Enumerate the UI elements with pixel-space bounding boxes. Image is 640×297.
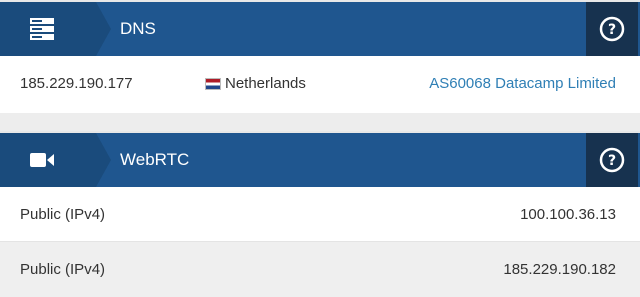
help-icon: ? [599,16,625,42]
webrtc-icon-box [0,133,111,187]
netherlands-flag-icon [205,77,221,90]
dns-row: 185.229.190.177 Netherlands AS60068 Data… [0,56,640,111]
webrtc-row: Public (IPv4) 100.100.36.13 [0,187,640,242]
dns-panel: DNS ? 185.229.190.177 Netherlands AS6006… [0,0,640,113]
webrtc-title: WebRTC [120,150,190,169]
webrtc-help-button[interactable]: ? [586,133,638,187]
server-icon [30,18,54,40]
webrtc-row-label: Public (IPv4) [20,261,106,278]
webrtc-row-label: Public (IPv4) [20,206,106,223]
dns-help-button[interactable]: ? [586,2,638,56]
dns-isp-link[interactable]: AS60068 Datacamp Limited [429,56,616,111]
help-icon: ? [599,147,625,173]
webrtc-row-value: 100.100.36.13 [520,206,616,223]
dns-header: DNS ? [0,0,640,56]
dns-country: Netherlands [205,56,306,111]
dns-country-label: Netherlands [225,75,306,92]
video-camera-icon [30,153,54,167]
svg-text:?: ? [608,22,616,38]
webrtc-row-value: 185.229.190.182 [503,261,616,278]
webrtc-header: WebRTC ? [0,131,640,187]
dns-title: DNS [120,19,156,38]
svg-text:?: ? [608,153,616,169]
webrtc-row: Public (IPv4) 185.229.190.182 [0,242,640,297]
dns-icon-box [0,2,111,56]
webrtc-panel: WebRTC ? Public (IPv4) 100.100.36.13 Pub… [0,131,640,297]
dns-ip: 185.229.190.177 [20,75,133,92]
